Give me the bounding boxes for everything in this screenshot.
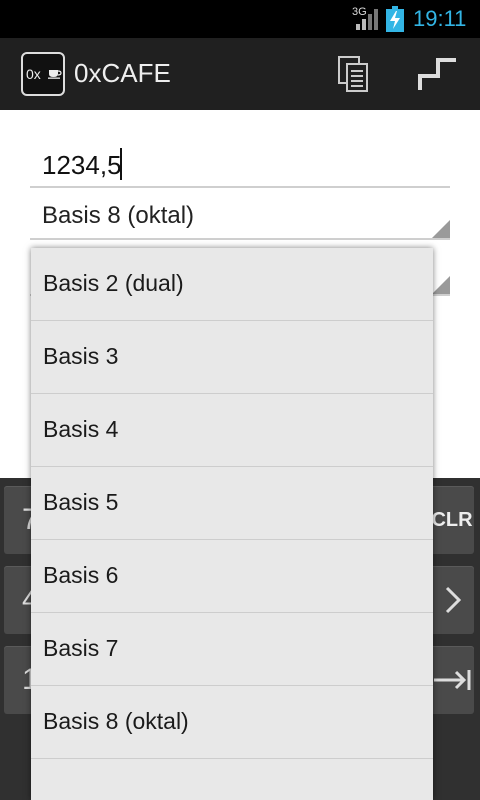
spinner-arrow-icon [432, 276, 450, 294]
text-cursor [120, 148, 122, 180]
status-bar: 3G 19:11 [0, 0, 480, 38]
tab-arrow-icon [434, 670, 471, 690]
action-bar: 0x 0xCAFE [0, 38, 480, 110]
dropdown-item[interactable]: Basis 3 [31, 321, 433, 394]
base-dropdown-list[interactable]: Basis 2 (dual) Basis 3 Basis 4 Basis 5 B… [31, 248, 433, 800]
source-base-spinner[interactable]: Basis 8 (oktal) [30, 202, 450, 240]
copy-icon [338, 56, 368, 92]
dropdown-item[interactable]: Basis 7 [31, 613, 433, 686]
source-base-label: Basis 8 (oktal) [42, 202, 195, 229]
app-title: 0xCAFE [74, 58, 171, 88]
dropdown-item[interactable]: Basis 4 [31, 394, 433, 467]
dropdown-item[interactable]: Basis 5 [31, 467, 433, 540]
cup-icon [48, 70, 62, 79]
status-clock: 19:11 [413, 6, 467, 31]
battery-charging-icon [386, 6, 404, 32]
app-logo[interactable]: 0x [21, 52, 65, 96]
copy-button[interactable] [330, 52, 378, 96]
dropdown-item-partial[interactable] [31, 759, 433, 800]
stairs-icon [418, 58, 456, 90]
dropdown-item[interactable]: Basis 2 (dual) [31, 248, 433, 321]
number-input[interactable] [30, 144, 450, 188]
signal-icon [356, 9, 378, 30]
logo-text: 0x [26, 66, 41, 82]
dropdown-item[interactable]: Basis 6 [31, 540, 433, 613]
stairs-button[interactable] [414, 52, 462, 96]
spinner-arrow-icon [432, 220, 450, 238]
dropdown-item[interactable]: Basis 8 (oktal) [31, 686, 433, 759]
chevron-right-icon [445, 586, 462, 614]
clr-label: CLR [431, 508, 473, 531]
